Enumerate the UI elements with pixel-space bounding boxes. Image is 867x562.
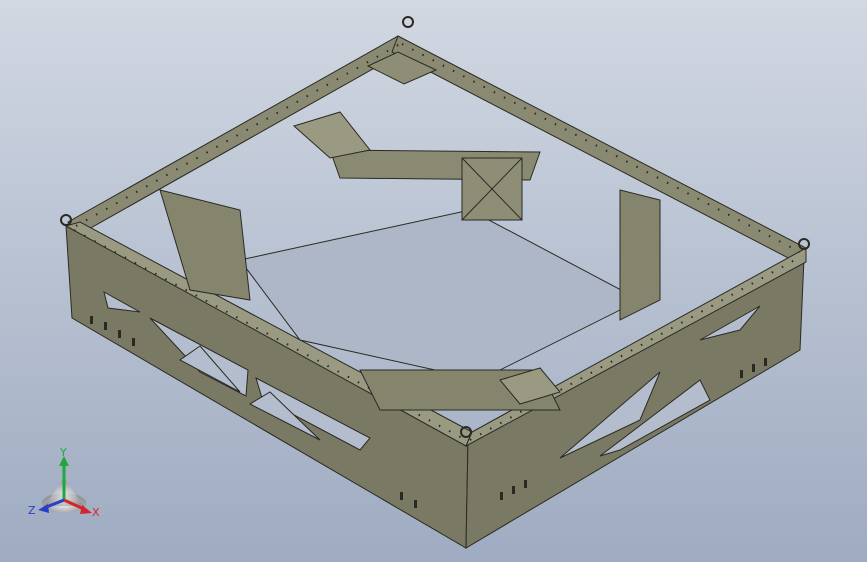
lifting-lug xyxy=(402,16,414,28)
z-axis-label: Z xyxy=(28,504,36,517)
x-axis-label: X xyxy=(92,506,100,519)
inner-member-right xyxy=(619,189,661,321)
x-arrow-icon xyxy=(80,505,92,514)
coordinate-triad: Y X Z xyxy=(28,448,100,519)
isometric-frame-model[interactable] xyxy=(0,0,867,562)
y-axis-label: Y xyxy=(59,448,67,459)
lifting-lug xyxy=(60,214,72,226)
gusset-plate-left xyxy=(293,111,371,159)
graphics-viewport[interactable]: Y X Z xyxy=(0,0,867,562)
